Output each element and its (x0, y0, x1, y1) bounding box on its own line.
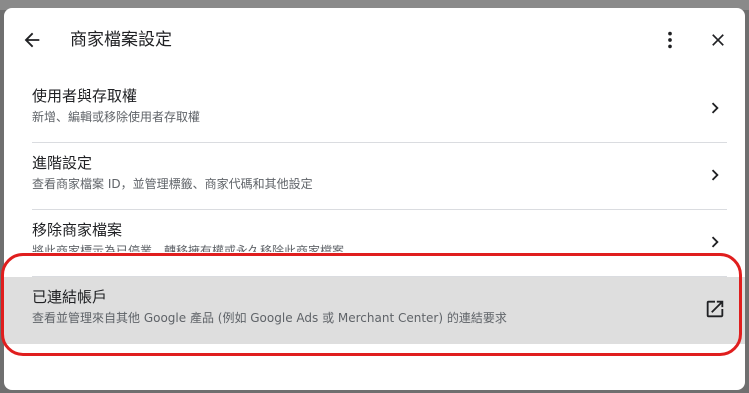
list-item-users-access[interactable]: 使用者與存取權 新增、編輯或移除使用者存取權 (4, 76, 745, 143)
list-item-subtitle: 新增、編輯或移除使用者存取權 (32, 110, 201, 124)
list-item-body: 已連結帳戶 查看並管理來自其他 Google 產品 (例如 Google Ads… (32, 277, 727, 344)
list-item-body: 進階設定 查看商家檔案 ID，並管理標籤、商家代碼和其他設定 (32, 143, 727, 210)
open-in-new-icon (703, 297, 727, 321)
list-item-title: 使用者與存取權 (32, 87, 138, 105)
dialog-title: 商家檔案設定 (70, 30, 172, 50)
list-item-title: 移除商家檔案 (32, 221, 123, 239)
chevron-right-icon (703, 163, 727, 187)
list-item-remove-profile[interactable]: 移除商家檔案 將此商家標示為已停業、轉移擁有權或永久移除此商家檔案 (4, 210, 745, 277)
dialog-header: 商家檔案設定 (4, 8, 745, 70)
arrow-back-icon (24, 32, 40, 48)
close-button[interactable] (704, 26, 732, 54)
more-options-button[interactable] (656, 26, 684, 54)
back-button[interactable] (18, 26, 46, 54)
settings-list: 使用者與存取權 新增、編輯或移除使用者存取權 進階設定 查看商家檔案 ID，並管… (4, 76, 745, 344)
chevron-right-icon (703, 96, 727, 120)
more-vert-icon (668, 31, 672, 49)
list-item-subtitle: 查看商家檔案 ID，並管理標籤、商家代碼和其他設定 (32, 177, 313, 191)
list-item-title: 已連結帳戶 (32, 288, 108, 306)
close-icon (712, 34, 724, 46)
list-item-subtitle: 查看並管理來自其他 Google 產品 (例如 Google Ads 或 Mer… (32, 311, 507, 325)
chevron-right-icon (703, 230, 727, 254)
list-item-body: 使用者與存取權 新增、編輯或移除使用者存取權 (32, 76, 727, 143)
list-item-linked-accounts[interactable]: 已連結帳戶 查看並管理來自其他 Google 產品 (例如 Google Ads… (4, 277, 745, 344)
list-item-subtitle: 將此商家標示為已停業、轉移擁有權或永久移除此商家檔案 (32, 244, 345, 252)
list-item-title: 進階設定 (32, 154, 93, 172)
list-item-advanced-settings[interactable]: 進階設定 查看商家檔案 ID，並管理標籤、商家代碼和其他設定 (4, 143, 745, 210)
business-profile-settings-dialog: 商家檔案設定 使用者與存取權 新增、編輯或移除使用者存取權 進階設定 查看商家檔… (4, 8, 745, 390)
list-item-body: 移除商家檔案 將此商家標示為已停業、轉移擁有權或永久移除此商家檔案 (32, 210, 727, 277)
